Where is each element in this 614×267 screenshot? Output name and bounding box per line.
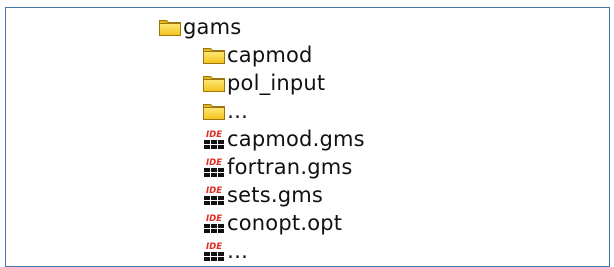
gams-ide-file-icon (202, 240, 226, 262)
gams-ide-file-icon (202, 212, 226, 234)
folder-icon (202, 72, 226, 94)
tree-item-label: … (227, 99, 249, 123)
tree-item-label: capmod (227, 43, 313, 67)
tree-item-folder[interactable]: capmod (202, 41, 313, 69)
tree-item-file[interactable]: capmod.gms (202, 125, 365, 153)
tree-item-label: capmod.gms (227, 127, 365, 151)
tree-item-file[interactable]: fortran.gms (202, 153, 353, 181)
folder-icon (202, 44, 226, 66)
tree-item-label: fortran.gms (227, 155, 353, 179)
tree-item-label: conopt.opt (227, 211, 343, 235)
folder-icon (202, 100, 226, 122)
tree-root-folder[interactable]: gams (158, 13, 241, 41)
tree-item-label: pol_input (227, 71, 326, 95)
gams-ide-file-icon (202, 184, 226, 206)
gams-ide-file-icon (202, 128, 226, 150)
tree-item-file[interactable]: … (202, 237, 248, 265)
tree-item-folder[interactable]: … (202, 97, 248, 125)
tree-item-label: gams (183, 15, 242, 39)
tree-item-file[interactable]: conopt.opt (202, 209, 342, 237)
gams-ide-file-icon (202, 156, 226, 178)
tree-item-label: sets.gms (227, 183, 324, 207)
tree-item-folder[interactable]: pol_input (202, 69, 325, 97)
folder-icon (158, 16, 182, 38)
tree-item-file[interactable]: sets.gms (202, 181, 323, 209)
tree-item-label: … (227, 239, 249, 263)
